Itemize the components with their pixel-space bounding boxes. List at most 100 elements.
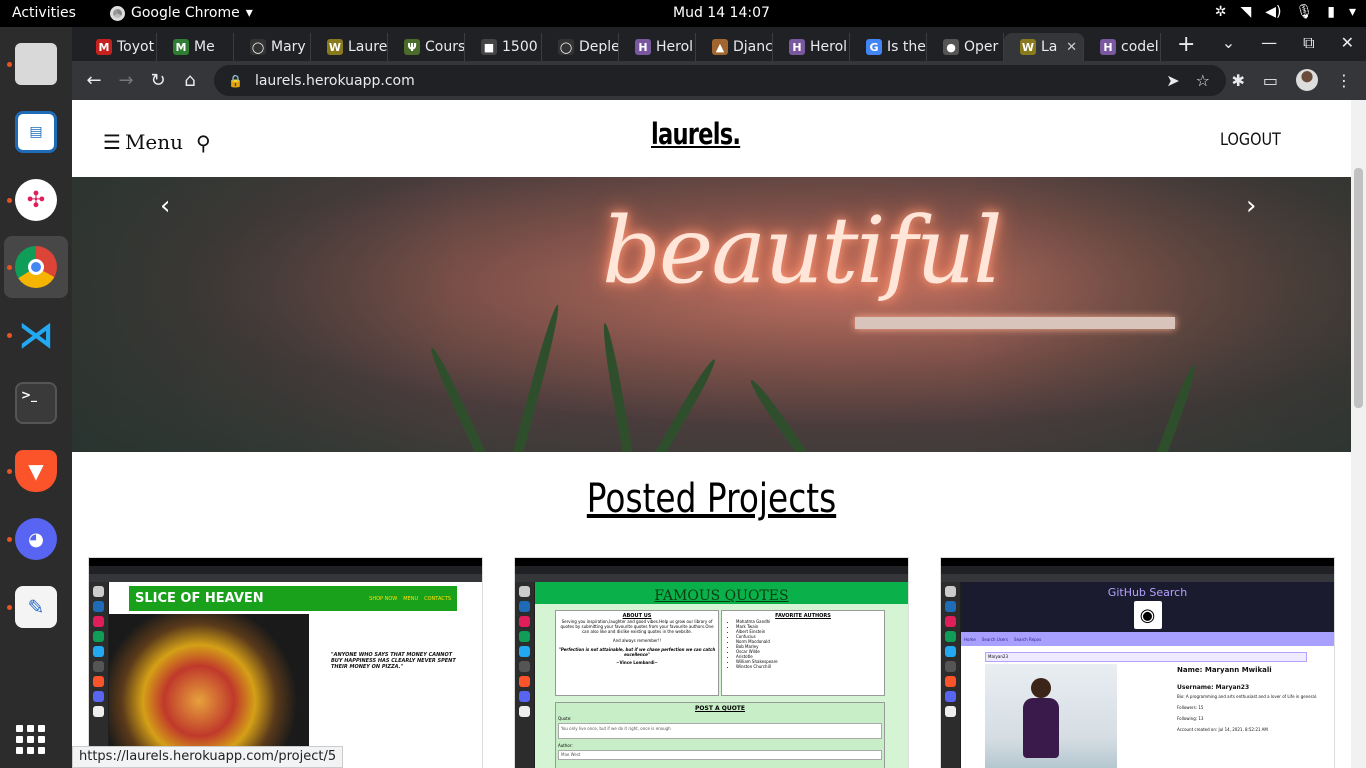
mini-site-title: GitHub Search xyxy=(1107,586,1188,599)
reload-icon[interactable]: ↻ xyxy=(142,70,174,91)
system-top-bar: Activities Google Chrome ▾ Mud 14 14:07 … xyxy=(0,0,1366,27)
tab-title: Herol xyxy=(656,39,694,55)
more-menu-icon[interactable]: ⋮ xyxy=(1336,71,1352,90)
logout-link[interactable]: LOGOUT xyxy=(1220,130,1281,150)
author-input[interactable]: Mae West xyxy=(558,750,882,760)
mini-search-input[interactable]: Maryan23 xyxy=(985,652,1307,662)
dock-discord[interactable]: ◕ xyxy=(4,508,68,570)
project-card[interactable]: FAMOUS QUOTES ABOUT US Serving you inspi… xyxy=(514,557,909,768)
browser-tab[interactable]: Hcodel xyxy=(1084,33,1161,61)
quote-input[interactable]: You only live once, but if we do it righ… xyxy=(558,723,882,739)
profile-followers: Followers: 15 xyxy=(1177,705,1204,710)
back-icon[interactable]: ← xyxy=(78,70,110,91)
dock-files[interactable] xyxy=(4,33,68,95)
tab-title: Cours xyxy=(425,39,465,55)
maximize-icon[interactable]: ⧉ xyxy=(1303,33,1314,53)
browser-tab[interactable]: Ψ Cours xyxy=(388,33,465,61)
browser-tab[interactable]: G Is the xyxy=(850,33,927,61)
project-card[interactable]: GitHub Search ◉ Home Search Users Search… xyxy=(940,557,1335,768)
browser-tab-active[interactable]: W La ✕ xyxy=(1004,33,1084,61)
tab-favicon-icon: ● xyxy=(943,39,959,55)
browser-tab[interactable]: ▲ Djanc xyxy=(696,33,773,61)
bookmark-star-icon[interactable]: ☆ xyxy=(1196,71,1210,90)
browser-tab[interactable]: ● Oper xyxy=(927,33,1004,61)
project-card[interactable]: SLICE OF HEAVEN SHOP NOW MENU CONTACTS "… xyxy=(88,557,483,768)
scrollbar-thumb[interactable] xyxy=(1354,168,1363,408)
clock[interactable]: Mud 14 14:07 xyxy=(673,5,770,21)
app-menu[interactable]: Google Chrome ▾ xyxy=(110,5,253,21)
profile-username: Username: Maryan23 xyxy=(1177,684,1250,691)
toolbar-actions: ✱ ▭ ⋮ xyxy=(1231,69,1352,91)
text-editor-icon: ✎ xyxy=(15,586,57,628)
browser-tab[interactable]: W Laure xyxy=(311,33,388,61)
browser-toolbar: ← → ↻ ⌂ 🔒 laurels.herokuapp.com ➤ ☆ ✱ ▭ … xyxy=(72,61,1366,100)
lock-icon: 🔒 xyxy=(228,73,243,88)
tab-favicon-icon: H xyxy=(635,39,651,55)
activities-button[interactable]: Activities xyxy=(12,5,76,21)
profile-photo xyxy=(985,664,1117,768)
dock-slack[interactable]: ✣ xyxy=(4,169,68,231)
running-indicator xyxy=(7,537,12,542)
home-icon[interactable]: ⌂ xyxy=(174,70,206,91)
close-icon[interactable]: ✕ xyxy=(1341,33,1354,53)
brave-icon: ▼ xyxy=(15,450,57,492)
address-bar[interactable]: 🔒 laurels.herokuapp.com ➤ ☆ xyxy=(214,65,1226,96)
tab-favicon-icon: H xyxy=(1100,39,1116,55)
dock-chrome[interactable] xyxy=(4,236,68,298)
hamburger-icon: ☰ xyxy=(103,130,121,154)
menu-button[interactable]: ☰ Menu xyxy=(103,130,183,154)
carousel-prev-icon[interactable]: ‹ xyxy=(160,191,170,221)
profile-name: Name: Maryann Mwikali xyxy=(1177,666,1272,674)
carousel-next-icon[interactable]: › xyxy=(1246,191,1256,221)
tab-favicon-icon: M xyxy=(96,39,112,55)
dock: ▤ ✣ ⋊ >_ ▼ ◕ ✎ xyxy=(0,27,72,768)
browser-tab[interactable]: H Herol xyxy=(619,33,696,61)
browser-tab[interactable]: ◯ Deple xyxy=(542,33,619,61)
mini-nav-item: Search Repos xyxy=(1014,636,1042,642)
site-brand[interactable]: laurels. xyxy=(651,117,741,151)
new-tab-button[interactable]: + xyxy=(1177,32,1195,57)
search-icon[interactable]: ⚲ xyxy=(196,131,211,155)
system-tray[interactable]: ✲ ◥ ◀) 🎙 ▮ ▾ xyxy=(1215,4,1356,20)
browser-tab[interactable]: H Herol xyxy=(773,33,850,61)
vscode-icon: ⋊ xyxy=(18,314,54,356)
browser-tab[interactable]: ■ 1500 xyxy=(465,33,542,61)
send-to-device-icon[interactable]: ➤ xyxy=(1166,71,1179,90)
tab-title: Herol xyxy=(810,39,848,55)
page-scrollbar[interactable] xyxy=(1351,100,1366,768)
extensions-icon[interactable]: ✱ xyxy=(1231,71,1244,90)
project-screenshot: GitHub Search ◉ Home Search Users Search… xyxy=(941,558,1334,768)
pizza-image xyxy=(109,614,309,768)
tab-favicon-icon: ◯ xyxy=(250,39,266,55)
chevron-down-icon: ▾ xyxy=(245,5,253,21)
dock-vscode[interactable]: ⋊ xyxy=(4,304,68,366)
dock-text-editor[interactable]: ✎ xyxy=(4,576,68,638)
discord-icon: ◕ xyxy=(15,518,57,560)
minimize-icon[interactable]: — xyxy=(1261,33,1277,53)
neon-shelf xyxy=(855,317,1175,329)
show-applications-button[interactable] xyxy=(16,725,45,754)
tab-search-icon[interactable]: ⌄ xyxy=(1222,33,1235,53)
mini-site-title: FAMOUS QUOTES xyxy=(654,588,789,604)
browser-tab[interactable]: ◯ Mary xyxy=(234,33,311,61)
cast-icon[interactable]: ▭ xyxy=(1263,71,1278,90)
section-title: Posted Projects xyxy=(586,476,837,522)
dock-brave[interactable]: ▼ xyxy=(4,440,68,502)
slack-icon: ✣ xyxy=(15,179,57,221)
running-indicator xyxy=(7,469,12,474)
hero-carousel: beautiful ‹ › xyxy=(72,177,1351,452)
dock-terminal[interactable]: >_ xyxy=(4,372,68,434)
browser-tab[interactable]: M Toyot xyxy=(80,33,157,61)
power-menu-icon: ▾ xyxy=(1348,4,1356,20)
mini-nav-item: CONTACTS xyxy=(424,595,451,602)
dock-writer[interactable]: ▤ xyxy=(4,101,68,163)
neon-sign-text: beautiful xyxy=(602,197,1003,304)
mini-nav-item: Home xyxy=(964,636,976,642)
chrome-icon xyxy=(15,246,57,288)
chrome-icon xyxy=(110,5,125,21)
tab-close-icon[interactable]: ✕ xyxy=(1066,40,1077,55)
profile-avatar[interactable] xyxy=(1296,69,1318,91)
forward-icon[interactable]: → xyxy=(110,70,142,91)
tab-title: Deple xyxy=(579,39,619,55)
browser-tab[interactable]: M Me xyxy=(157,33,234,61)
